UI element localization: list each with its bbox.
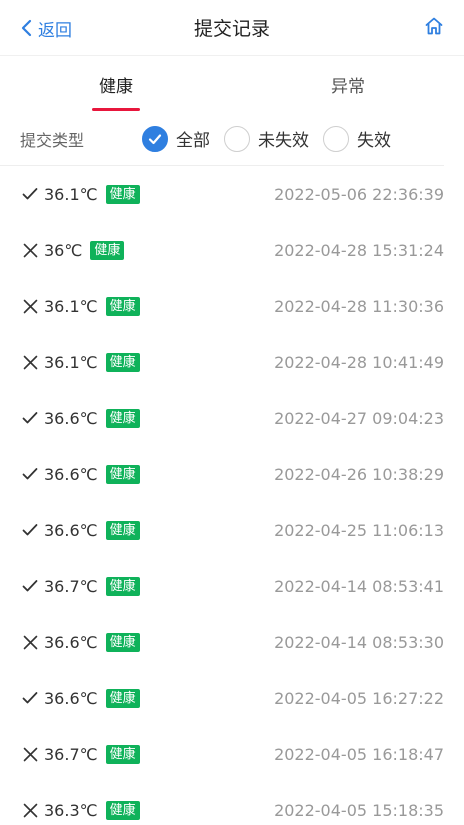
check-icon [20,408,40,428]
radio-label: 未失效 [258,131,309,151]
health-status-badge: 健康 [105,576,140,596]
page-title: 提交记录 [193,18,270,40]
health-status-badge: 健康 [105,688,140,708]
tab-abnormal[interactable]: 异常 [232,56,464,112]
nav-bar: 返回 提交记录 [0,0,464,56]
record-row[interactable]: 36.1℃ 健康 2022-04-28 10:41:49 [0,334,464,390]
submit-type-filter: 提交类型 全部 未失效 失效 [0,112,444,166]
record-temperature: 36.1℃ [44,352,98,372]
tab-bar: 健康 异常 [0,56,464,112]
filter-label: 提交类型 [20,130,85,150]
record-row[interactable]: 36.6℃ 健康 2022-04-05 16:27:22 [0,670,464,726]
tab-label: 异常 [331,76,365,97]
health-status-badge: 健康 [105,800,140,820]
cross-icon [20,296,40,316]
tab-healthy[interactable]: 健康 [0,56,232,112]
health-status-badge: 健康 [105,520,140,540]
record-timestamp: 2022-04-14 08:53:41 [274,576,444,596]
record-temperature: 36.3℃ [44,800,98,820]
record-temperature: 36.7℃ [44,744,98,764]
record-row[interactable]: 36.7℃ 健康 2022-04-14 08:53:41 [0,558,464,614]
record-row[interactable]: 36.6℃ 健康 2022-04-27 09:04:23 [0,390,464,446]
health-status-badge: 健康 [90,240,125,260]
record-timestamp: 2022-04-05 15:18:35 [274,800,444,820]
check-icon [20,184,40,204]
check-icon [20,688,40,708]
record-temperature: 36.1℃ [44,296,98,316]
radio-unchecked-icon [323,125,349,152]
record-row[interactable]: 36℃ 健康 2022-04-28 15:31:24 [0,222,464,278]
check-icon [20,520,40,540]
check-icon [20,464,40,484]
back-label: 返回 [38,20,72,41]
health-status-badge: 健康 [105,352,140,372]
record-temperature: 36.1℃ [44,184,98,204]
tab-label: 健康 [99,76,133,97]
record-timestamp: 2022-05-06 22:36:39 [274,184,444,204]
radio-not-expired[interactable]: 未失效 [224,125,309,152]
record-timestamp: 2022-04-05 16:18:47 [274,744,444,764]
radio-checked-icon [142,125,168,152]
tab-active-indicator [92,108,140,111]
radio-label: 失效 [357,131,391,151]
record-temperature: 36.6℃ [44,520,98,540]
cross-icon [20,632,40,652]
record-temperature: 36.6℃ [44,632,98,652]
record-timestamp: 2022-04-28 11:30:36 [274,296,444,316]
back-button[interactable]: 返回 [20,0,72,56]
record-temperature: 36.6℃ [44,408,98,428]
cross-icon [20,240,40,260]
cross-icon [20,744,40,764]
radio-label: 全部 [176,131,210,151]
record-row[interactable]: 36.7℃ 健康 2022-04-05 16:18:47 [0,726,464,782]
record-row[interactable]: 36.1℃ 健康 2022-04-28 11:30:36 [0,278,464,334]
health-status-badge: 健康 [105,464,140,484]
record-row[interactable]: 36.6℃ 健康 2022-04-25 11:06:13 [0,502,464,558]
health-status-badge: 健康 [105,408,140,428]
record-temperature: 36.6℃ [44,688,98,708]
health-status-badge: 健康 [105,296,140,316]
check-icon [20,576,40,596]
radio-expired[interactable]: 失效 [323,125,391,152]
cross-icon [20,800,40,820]
record-row[interactable]: 36.6℃ 健康 2022-04-26 10:38:29 [0,446,464,502]
record-row[interactable]: 36.1℃ 健康 2022-05-06 22:36:39 [0,166,464,222]
home-icon [424,16,444,40]
chevron-left-icon [20,19,32,37]
record-list: 36.1℃ 健康 2022-05-06 22:36:39 36℃ 健康 2022-04-2… [0,166,464,825]
record-timestamp: 2022-04-05 16:27:22 [274,688,444,708]
record-timestamp: 2022-04-25 11:06:13 [274,520,444,540]
record-timestamp: 2022-04-28 15:31:24 [274,240,444,260]
radio-all[interactable]: 全部 [142,125,210,152]
record-timestamp: 2022-04-27 09:04:23 [274,408,444,428]
record-timestamp: 2022-04-28 10:41:49 [274,352,444,372]
record-temperature: 36.6℃ [44,464,98,484]
record-temperature: 36℃ [44,240,83,260]
record-row[interactable]: 36.6℃ 健康 2022-04-14 08:53:30 [0,614,464,670]
record-timestamp: 2022-04-26 10:38:29 [274,464,444,484]
health-status-badge: 健康 [105,632,140,652]
home-button[interactable] [424,0,444,56]
health-status-badge: 健康 [105,184,140,204]
health-status-badge: 健康 [105,744,140,764]
record-row[interactable]: 36.3℃ 健康 2022-04-05 15:18:35 [0,782,464,825]
cross-icon [20,352,40,372]
record-timestamp: 2022-04-14 08:53:30 [274,632,444,652]
radio-unchecked-icon [224,125,250,152]
record-temperature: 36.7℃ [44,576,98,596]
